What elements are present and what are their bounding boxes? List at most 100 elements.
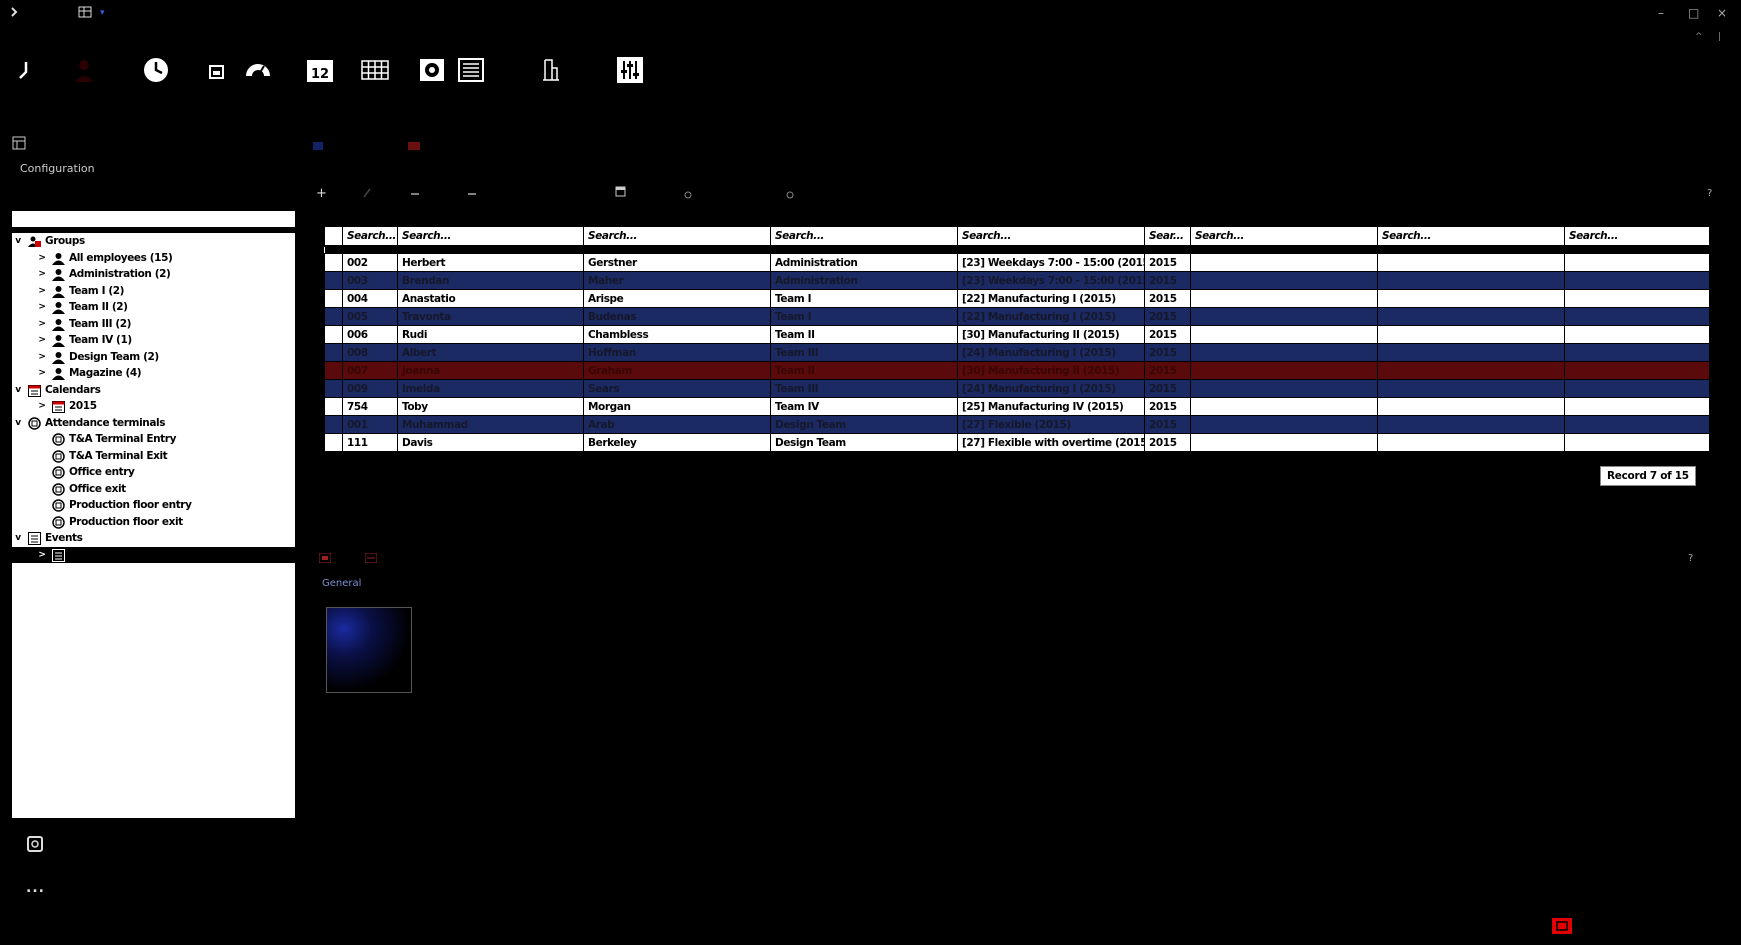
row-indicator[interactable] <box>324 361 343 380</box>
row-indicator[interactable] <box>324 271 343 290</box>
search-cell[interactable]: Sear... <box>1144 226 1191 247</box>
row-indicator[interactable] <box>324 379 343 398</box>
tree-search-input[interactable] <box>12 211 295 227</box>
expand-icon[interactable]: > <box>37 332 47 349</box>
table-cell[interactable]: Maher <box>583 271 771 290</box>
table-cell[interactable]: [30] Manufacturing II (2015) <box>957 325 1145 344</box>
calendar-day-icon[interactable]: 12 <box>304 54 336 86</box>
expand-icon[interactable]: > <box>37 365 47 382</box>
table-cell[interactable] <box>1190 361 1378 380</box>
ribbon-collapse-icon[interactable]: ^ <box>1695 32 1703 42</box>
tree-node[interactable]: > Design Team (2) <box>12 349 295 366</box>
table-cell[interactable]: Gerstner <box>583 253 771 272</box>
table-cell[interactable]: Rudi <box>397 325 584 344</box>
table-cell[interactable] <box>1190 253 1378 272</box>
table-cell[interactable] <box>1377 253 1565 272</box>
table-cell[interactable]: [30] Manufacturing II (2015) <box>957 361 1145 380</box>
table-cell[interactable]: Team II <box>770 325 958 344</box>
row-indicator[interactable] <box>324 415 343 434</box>
tab-second-icon[interactable] <box>408 140 420 150</box>
detail-tab-doc-icon[interactable] <box>364 552 378 564</box>
table-cell[interactable]: Design Team <box>770 433 958 452</box>
table-row[interactable]: 001 Muhammad Arab Design Team [27] Flexible … <box>324 415 1710 434</box>
table-cell[interactable]: 007 <box>342 361 398 380</box>
tab-general[interactable]: General <box>322 578 361 589</box>
table-cell[interactable] <box>1190 271 1378 290</box>
print-icon[interactable] <box>683 190 693 200</box>
tree-node[interactable]: >2015 <box>12 398 295 415</box>
table-cell[interactable]: Imelda <box>397 379 584 398</box>
table-cell[interactable] <box>1377 271 1565 290</box>
quick-access-dropdown-icon[interactable]: ▾ <box>100 8 105 18</box>
table-cell[interactable]: Muhammad <box>397 415 584 434</box>
table-cell[interactable] <box>1564 325 1710 344</box>
expand-icon[interactable]: > <box>37 316 47 333</box>
tree-node[interactable]: Production floor exit <box>12 514 295 531</box>
table-row[interactable]: 002 Herbert Gerstner Administration [23] Wee… <box>324 253 1710 272</box>
clock-icon[interactable] <box>140 54 172 86</box>
tree-node[interactable]: Office exit <box>12 481 295 498</box>
table-cell[interactable]: 002 <box>342 253 398 272</box>
ribbon-help-icon[interactable]: | <box>1718 32 1721 42</box>
table-cell[interactable] <box>1190 415 1378 434</box>
table-cell[interactable]: 2015 <box>1144 343 1191 362</box>
table-cell[interactable] <box>1564 397 1710 416</box>
table-row[interactable]: 008 Albert Hoffman Team III [24] Manufacturi… <box>324 343 1710 362</box>
table-cell[interactable]: [24] Manufacturing I (2015) <box>957 343 1145 362</box>
table-cell[interactable]: Berkeley <box>583 433 771 452</box>
table-cell[interactable] <box>1190 433 1378 452</box>
table-cell[interactable]: [27] Flexible with overtime (2015) <box>957 433 1145 452</box>
tree-node[interactable]: > All employees (15) <box>12 250 295 267</box>
tree-node[interactable]: Office entry <box>12 464 295 481</box>
row-indicator[interactable] <box>324 433 343 452</box>
table-cell[interactable]: Team III <box>770 343 958 362</box>
table-cell[interactable]: 2015 <box>1144 253 1191 272</box>
table-cell[interactable]: 754 <box>342 397 398 416</box>
edit-record-icon[interactable] <box>362 188 372 198</box>
table-cell[interactable] <box>1377 433 1565 452</box>
speedometer-icon[interactable] <box>242 54 274 86</box>
table-row[interactable]: 007 Joanna Graham Team II [30] Manufacturing… <box>324 361 1710 380</box>
table-cell[interactable]: [24] Manufacturing I (2015) <box>957 379 1145 398</box>
search-cell[interactable]: Search... <box>1377 226 1565 247</box>
add-record-button[interactable]: + <box>316 186 327 201</box>
search-cell[interactable]: Search... <box>957 226 1145 247</box>
table-cell[interactable] <box>1377 343 1565 362</box>
search-cell[interactable]: Search... <box>397 226 584 247</box>
delete-record-icon[interactable] <box>411 188 419 196</box>
tree-node[interactable]: > Team III (2) <box>12 316 295 333</box>
table-cell[interactable]: Hoffman <box>583 343 771 362</box>
table-cell[interactable]: Budenas <box>583 307 771 326</box>
table-row[interactable]: 009 Imelda Sears Team III [24] Manufacturing… <box>324 379 1710 398</box>
table-cell[interactable]: Toby <box>397 397 584 416</box>
filter-icon[interactable] <box>785 190 795 200</box>
table-cell[interactable]: [22] Manufacturing I (2015) <box>957 289 1145 308</box>
table-cell[interactable]: 2015 <box>1144 415 1191 434</box>
table-cell[interactable]: Team III <box>770 379 958 398</box>
table-row[interactable]: 004 Anastatio Arispe Team I [22] Manufacturi… <box>324 289 1710 308</box>
table-cell[interactable]: 2015 <box>1144 361 1191 380</box>
row-indicator[interactable] <box>324 325 343 344</box>
row-indicator[interactable] <box>324 289 343 308</box>
maximize-button[interactable]: □ <box>1688 6 1699 20</box>
table-cell[interactable] <box>1377 307 1565 326</box>
table-cell[interactable]: 001 <box>342 415 398 434</box>
arrow-icon[interactable] <box>10 54 42 86</box>
expand-icon[interactable]: > <box>37 266 47 283</box>
mixer-sliders-icon[interactable] <box>614 54 646 86</box>
table-cell[interactable] <box>1564 307 1710 326</box>
tree-node[interactable]: v Attendance terminals <box>12 415 295 432</box>
search-cell[interactable]: Search... <box>583 226 771 247</box>
table-cell[interactable]: 004 <box>342 289 398 308</box>
table-cell[interactable] <box>1190 379 1378 398</box>
search-cell[interactable]: Search... <box>342 226 398 247</box>
user-icon[interactable] <box>68 54 100 86</box>
settings-icon[interactable] <box>416 54 448 86</box>
table-cell[interactable]: Administration <box>770 271 958 290</box>
table-cell[interactable]: 005 <box>342 307 398 326</box>
collapse-icon[interactable]: v <box>13 233 23 250</box>
collapse-icon[interactable]: v <box>13 415 23 432</box>
report-list-icon[interactable] <box>455 54 487 86</box>
row-indicator[interactable] <box>324 343 343 362</box>
table-cell[interactable]: Anastatio <box>397 289 584 308</box>
